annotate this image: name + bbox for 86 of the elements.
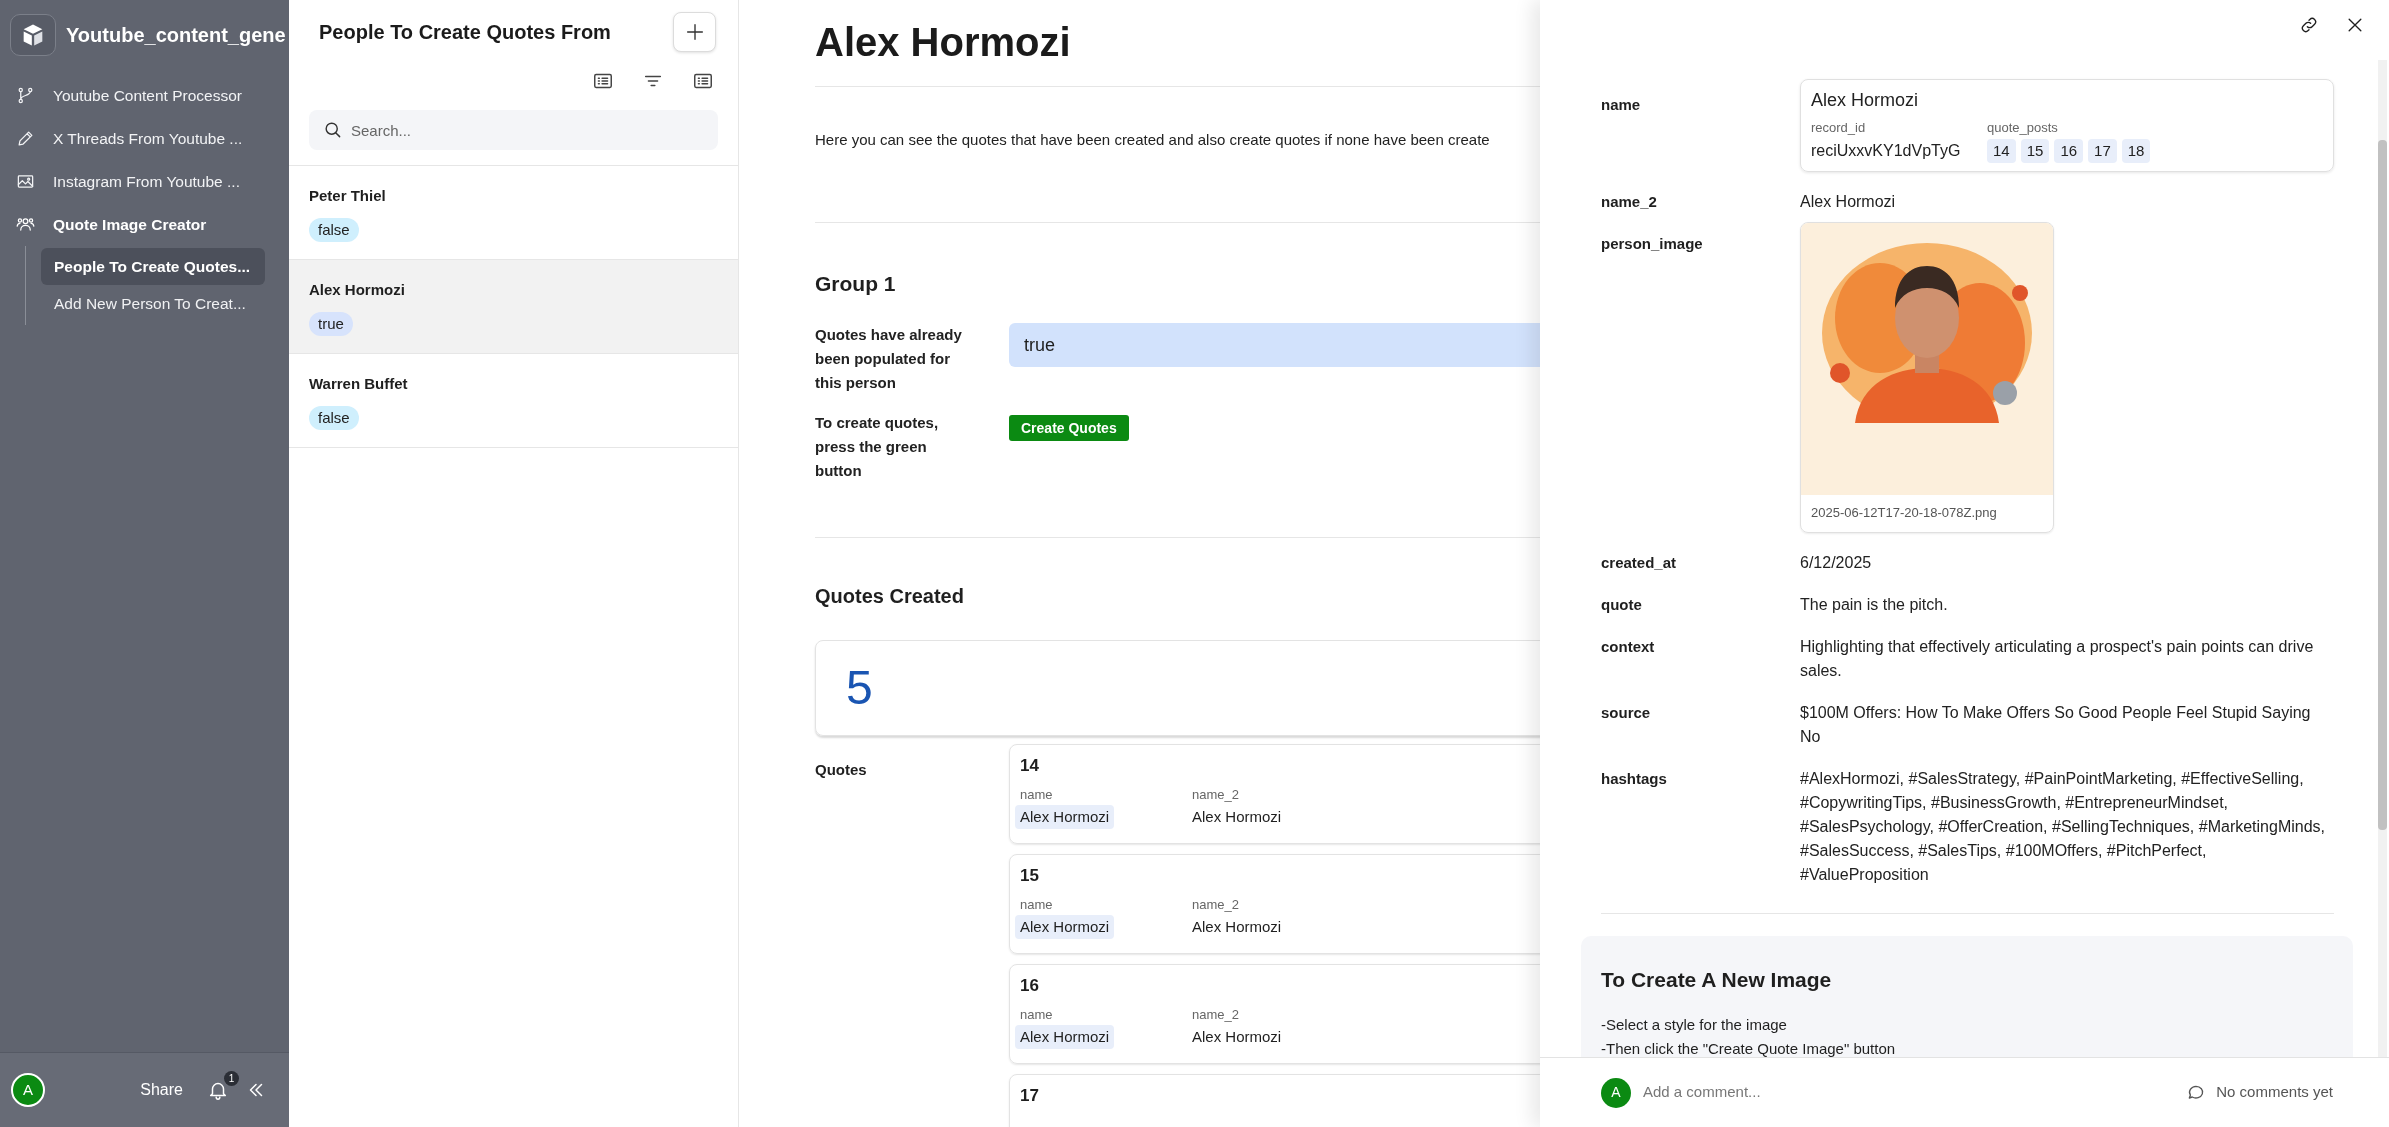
quote-number: 15 <box>1020 864 1039 887</box>
instruction-text: -Select a style for the image <box>1601 1015 1787 1033</box>
flag-badge: true <box>309 311 353 336</box>
linked-record-chip: Alex Hormozi <box>1015 804 1115 829</box>
flag-badge: false <box>309 405 359 430</box>
field-label: Quotes <box>815 760 867 778</box>
user-avatar: A <box>1601 1077 1631 1108</box>
sidebar-item[interactable]: Quote Image Creator <box>0 203 289 246</box>
panel-title: To Create A New Image <box>1601 967 1832 993</box>
search-field[interactable]: Search... <box>309 110 718 150</box>
column-label: name_2 <box>1192 786 1240 804</box>
sidebar-item[interactable]: X Threads From Youtube ... <box>0 117 289 160</box>
column-label: name <box>1020 786 1054 804</box>
workspace-title: Youtube_content_gene <box>66 23 286 48</box>
create-quotes-button[interactable]: Create Quotes <box>1009 415 1129 441</box>
user-avatar[interactable]: A <box>11 1073 45 1107</box>
image-icon <box>16 172 35 191</box>
linked-record-chip[interactable]: 17 <box>2088 139 2117 163</box>
column-value: Alex Hormozi <box>1191 806 1283 827</box>
notification-badge: 1 <box>224 1071 239 1086</box>
logo-icon[interactable] <box>10 14 56 56</box>
sidebar-subitem[interactable]: People To Create Quotes... <box>41 248 265 286</box>
linked-record-chip[interactable]: 15 <box>2020 139 2050 163</box>
comment-field[interactable]: Add a comment... <box>1641 1080 2177 1105</box>
sidebar-item[interactable]: Instagram From Youtube ... <box>0 160 289 203</box>
linked-record-card[interactable]: Alex Hormozi record_id reciUxxvKY1dVpTyG quote_posts 14 15 16 17 18 <box>1800 79 2334 172</box>
field-label: context <box>1601 637 1655 657</box>
field-value: 6/12/2025 <box>1800 553 1872 573</box>
people-icon <box>16 215 35 234</box>
record-title: Alex Hormozi <box>1811 89 1919 112</box>
scrollbar[interactable] <box>2378 60 2387 1057</box>
field-label: Quotes have already been populated for this person <box>815 325 963 393</box>
linked-record-chip: Alex Hormozi <box>1015 1024 1115 1049</box>
field-label: quote <box>1601 595 1642 615</box>
attachment-card[interactable]: 2025-06-12T17-20-18-078Z.png <box>1800 222 2054 533</box>
linked-record-chip: Alex Hormozi <box>1015 914 1115 939</box>
field-label: source <box>1601 703 1651 723</box>
linked-record-chip[interactable]: 16 <box>2054 139 2084 163</box>
branch-icon <box>16 86 35 105</box>
column-label: name <box>1020 1006 1054 1024</box>
linked-record-chip[interactable]: 14 <box>1987 139 2016 163</box>
field-label: name <box>1601 95 1641 115</box>
column-label: record_id <box>1811 119 1867 137</box>
record-row[interactable]: Warren Buffet false <box>289 354 738 448</box>
quote-number: 16 <box>1020 974 1039 997</box>
record-name: Alex Hormozi <box>309 280 405 300</box>
flag-badge: false <box>309 217 359 242</box>
group-title: Group 1 <box>815 270 896 296</box>
linked-record-chip[interactable]: 18 <box>2121 139 2151 163</box>
field-value: #AlexHormozi, #SalesStrategy, #PainPointMarketing, #EffectiveSelling, #CopywritingTips, #BusinessGrowth, #EntrepreneurMindset, #SalesPsychology, #OfferCreation, #SellingTechniques, #MarketingMinds, #SalesSuccess, #SalesTips, #100MOffers, #PitchPerfect, #ValueProposition <box>1800 769 2327 885</box>
count-value: 5 <box>846 663 873 712</box>
panel-title: People To Create Quotes From <box>319 20 611 45</box>
record-name: Peter Thiel <box>309 186 386 206</box>
column-label: quote_posts <box>1987 119 2059 137</box>
field-value: Highlighting that effectively articulating a prospect's pain points can drive sales. <box>1800 637 2315 681</box>
field-label: created_at <box>1601 553 1677 573</box>
description-text: Here you can see the quotes that have been created and also create quotes if none have been create <box>815 130 1490 150</box>
field-value: $100M Offers: How To Make Offers So Good People Feel Stupid Saying No <box>1800 703 2312 747</box>
column-label: name <box>1020 896 1054 914</box>
quote-number: 14 <box>1020 754 1039 777</box>
link-icon[interactable] <box>2299 15 2319 35</box>
record-title: Alex Hormozi <box>815 19 1071 66</box>
column-value: Alex Hormozi <box>1191 916 1283 937</box>
column-value: Alex Hormozi <box>1191 1026 1283 1047</box>
comment-status: No comments yet <box>2216 1082 2333 1103</box>
field-value: The pain is the pitch. <box>1800 595 1948 615</box>
column-value: reciUxxvKY1dVpTyG <box>1811 141 1961 161</box>
field-label: person_image <box>1601 234 1703 254</box>
field-label: name_2 <box>1601 192 1657 212</box>
field-label: To create quotes, press the green button <box>815 413 940 481</box>
record-row[interactable]: Alex Hormozi true <box>289 260 738 354</box>
column-label: name_2 <box>1192 896 1240 914</box>
record-name: Warren Buffet <box>309 374 408 394</box>
sidebar-subitem[interactable]: Add New Person To Creat... <box>41 285 265 323</box>
value-field: true <box>1009 323 1540 367</box>
field-label: hashtags <box>1601 769 1667 789</box>
sidebar-item[interactable]: Youtube Content Processor <box>0 74 289 117</box>
instruction-text: -Then click the "Create Quote Image" button <box>1601 1040 1896 1057</box>
pencil-icon <box>16 129 35 148</box>
share-link[interactable]: Share <box>140 1078 183 1102</box>
quote-number: 17 <box>1020 1084 1039 1107</box>
column-label: name_2 <box>1192 1006 1240 1024</box>
file-name: 2025-06-12T17-20-18-078Z.png <box>1810 504 1998 522</box>
add-button[interactable] <box>673 12 716 52</box>
field-value: Alex Hormozi <box>1800 192 1896 212</box>
section-title: Quotes Created <box>815 584 964 608</box>
